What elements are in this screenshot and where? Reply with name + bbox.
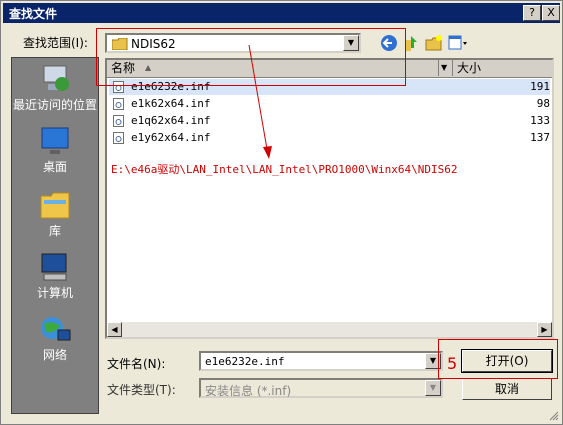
cancel-button[interactable]: 取消 (462, 378, 552, 400)
filename-input[interactable]: e1e6232e.inf ▼ (199, 351, 443, 371)
column-dropdown-icon[interactable]: ▼ (439, 60, 453, 76)
title-bar: 查找文件 ? X (3, 3, 560, 23)
annotation-path: E:\e46a驱动\LAN_Intel\LAN_Intel\PRO1000\Wi… (111, 163, 458, 176)
view-menu-icon[interactable] (448, 34, 468, 52)
place-libraries[interactable]: 库 (12, 188, 98, 239)
filename-label: 文件名(N): (107, 357, 166, 371)
filetype-dropdown-icon[interactable]: ▼ (425, 380, 441, 396)
file-size: 137 (530, 131, 550, 144)
libraries-icon (40, 192, 70, 219)
filetype-select[interactable]: 安装信息 (*.inf) ▼ (199, 378, 443, 398)
help-button[interactable]: ? (523, 5, 541, 21)
computer-icon (41, 253, 67, 281)
place-label-recent: 最近访问的位置 (12, 98, 97, 112)
inf-file-icon (113, 115, 124, 127)
place-desktop[interactable]: 桌面 (12, 126, 98, 175)
file-size: 98 (536, 97, 550, 110)
places-bar: 最近访问的位置 桌面 库 计算机 网络 (11, 57, 99, 414)
place-recent[interactable]: 最近访问的位置 (12, 64, 98, 113)
new-folder-icon[interactable] (424, 34, 444, 52)
desktop-icon (41, 127, 69, 154)
scroll-right-icon[interactable]: ▶ (537, 322, 552, 337)
filetype-value: 安装信息 (*.inf) (205, 384, 292, 398)
file-size: 133 (530, 114, 550, 127)
file-name: e1k62x64.inf (131, 97, 211, 110)
column-header-size[interactable]: 大小 (453, 60, 552, 76)
horizontal-scrollbar[interactable]: ◀ ▶ (107, 322, 552, 337)
network-icon (41, 317, 71, 341)
resize-grip-icon[interactable] (549, 411, 559, 421)
look-in-label: 查找范围(I): (23, 36, 88, 50)
list-item[interactable]: e1y62x64.inf 137 (109, 130, 550, 146)
filename-value: e1e6232e.inf (205, 355, 285, 368)
close-button[interactable]: X (542, 5, 560, 21)
place-label-desktop: 桌面 (42, 160, 67, 174)
find-file-dialog: 查找文件 ? X 查找范围(I): NDIS62 ▼ 最近访问的位置 桌面 库 … (0, 0, 563, 425)
file-name: e1q62x64.inf (131, 114, 211, 127)
annotation-step-number: 5 (447, 354, 458, 373)
file-list[interactable]: 名称 ▲ ▼ 大小 e1e6232e.inf 191 e1k62x64.inf … (105, 58, 554, 339)
scroll-left-icon[interactable]: ◀ (107, 322, 122, 337)
file-size: 191 (530, 80, 550, 93)
inf-file-icon (113, 132, 124, 144)
recent-places-icon (43, 65, 69, 91)
place-label-computer: 计算机 (36, 286, 73, 300)
annotation-arrow (248, 44, 272, 159)
place-network[interactable]: 网络 (12, 314, 98, 363)
place-label-libraries: 库 (48, 224, 61, 238)
file-name: e1y62x64.inf (131, 131, 211, 144)
list-item[interactable]: e1q62x64.inf 133 (109, 113, 550, 129)
column-size-label: 大小 (457, 61, 482, 75)
inf-file-icon (113, 98, 124, 110)
list-item[interactable]: e1k62x64.inf 98 (109, 96, 550, 112)
place-label-network: 网络 (42, 348, 67, 362)
place-computer[interactable]: 计算机 (12, 252, 98, 301)
filetype-label: 文件类型(T): (107, 383, 176, 397)
window-title: 查找文件 (9, 7, 58, 21)
